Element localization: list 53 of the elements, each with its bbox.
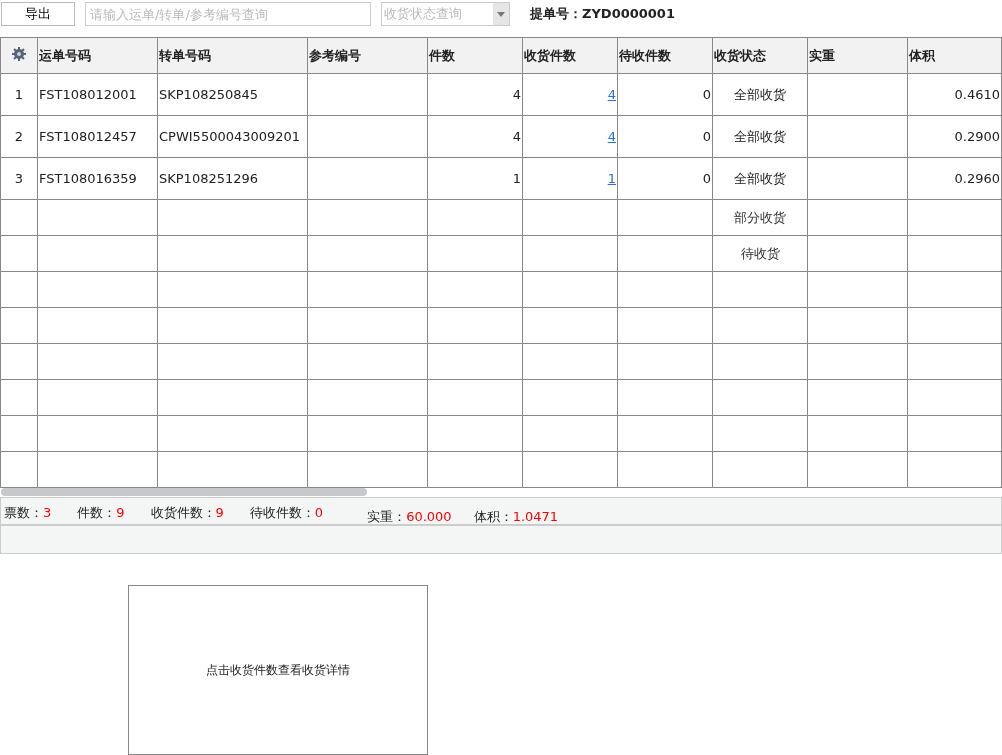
table-cell: 4 <box>512 87 521 102</box>
search-field[interactable]: 请输入运单/转单/参考编号查询 <box>85 2 371 26</box>
row-number: 2 <box>14 129 24 144</box>
column-header: 实重 <box>809 47 835 63</box>
summary-label: 件数： <box>77 505 117 520</box>
summary-label: 待收件数： <box>249 505 315 520</box>
summary-label: 体积： <box>473 509 513 524</box>
received-link[interactable]: 4 <box>607 129 616 144</box>
summary-value: 60.000 <box>406 509 452 524</box>
summary-label: 收货件数： <box>150 505 216 520</box>
caret-icon <box>497 11 505 17</box>
summary-value: 1.0471 <box>512 509 559 524</box>
scrollbar-thumb[interactable] <box>1 488 367 496</box>
column-header: 件数 <box>429 47 455 63</box>
table-cell: 0.4610 <box>954 87 1000 102</box>
received-link[interactable]: 4 <box>607 87 616 102</box>
table-cell: 0 <box>702 171 711 186</box>
table-cell: FST108016359 <box>39 171 137 186</box>
summary-label: 票数： <box>4 505 43 520</box>
gear-icon[interactable] <box>12 47 26 61</box>
summary-value: 3 <box>43 505 52 520</box>
table-cell: SKP108250845 <box>159 87 259 102</box>
row-number: 3 <box>14 171 24 186</box>
row-number: 1 <box>14 87 24 102</box>
table-cell: 全部收货 <box>734 86 786 102</box>
table-cell: SKP108251296 <box>159 171 259 186</box>
summary-value: 9 <box>116 505 125 520</box>
hint-text: 点击收货件数查看收货详情 <box>206 661 350 679</box>
table-cell: FST108012001 <box>39 87 137 102</box>
bill-number: 提单号：ZYD0000001 <box>530 5 675 23</box>
column-header: 收货件数 <box>524 47 576 63</box>
column-header: 体积 <box>909 47 935 63</box>
table-cell: 全部收货 <box>734 128 786 144</box>
summary-value: 0 <box>314 505 324 520</box>
status-option[interactable]: 待收货 <box>740 245 780 261</box>
column-header: 待收件数 <box>619 47 671 63</box>
table-cell: 0.2900 <box>954 129 1000 144</box>
table-cell: 0 <box>702 129 711 144</box>
column-header: 参考编号 <box>309 47 361 63</box>
summary-value: 9 <box>215 505 224 520</box>
table-cell: 0 <box>702 87 711 102</box>
table-cell: 全部收货 <box>734 170 786 186</box>
column-header: 运单号码 <box>39 47 91 63</box>
export-button[interactable]: 导出 <box>1 2 75 26</box>
table-cell: 4 <box>512 129 521 144</box>
column-header: 转单号码 <box>159 47 211 63</box>
summary-label: 实重： <box>367 509 407 524</box>
received-link[interactable]: 1 <box>607 171 616 186</box>
table-cell: FST108012457 <box>39 129 137 144</box>
table-cell: CPWI5500043009201 <box>159 129 301 144</box>
table-cell: 1 <box>512 171 521 186</box>
column-header: 收货状态 <box>714 47 766 63</box>
table-cell: 0.2960 <box>954 171 1000 186</box>
